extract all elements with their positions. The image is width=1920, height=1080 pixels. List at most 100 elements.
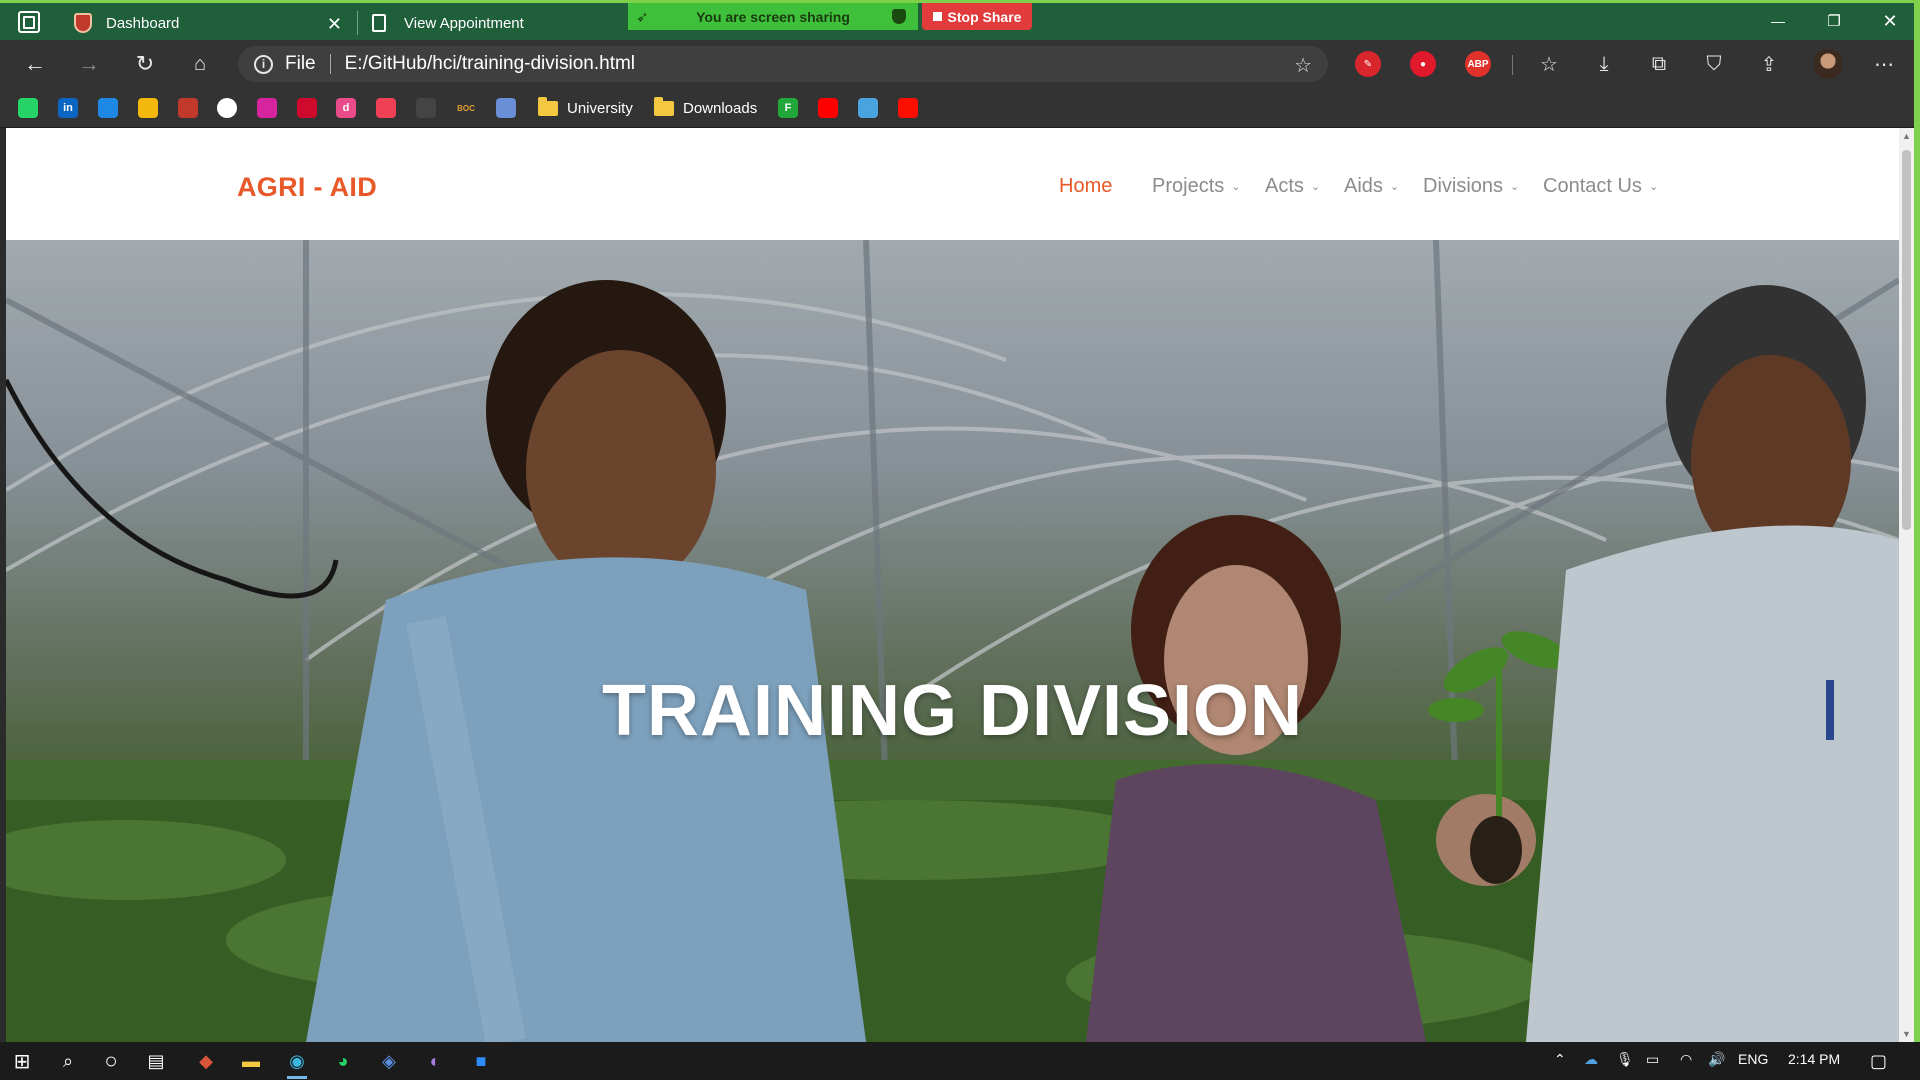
tab-dashboard[interactable]: Dashboard ✕: [62, 6, 354, 40]
nav-divisions-link[interactable]: Divisions ⌄: [1423, 175, 1519, 198]
task-view-icon[interactable]: ▤: [138, 1047, 174, 1075]
back-arrow-icon[interactable]: ←: [20, 50, 50, 78]
downloads-icon[interactable]: ⤓: [1590, 51, 1618, 77]
bookmark-label: University: [567, 99, 633, 117]
stop-share-label: Stop Share: [947, 8, 1022, 25]
battery-icon[interactable]: ▭: [1646, 1051, 1659, 1068]
cv-bookmark-icon: [416, 98, 436, 118]
volume-icon[interactable]: 🔊: [1708, 1051, 1725, 1068]
close-tab-icon[interactable]: ✕: [327, 14, 342, 35]
bookmark-label: Downloads: [683, 99, 758, 117]
language-indicator[interactable]: ENG: [1738, 1051, 1768, 1067]
url-scheme-label: File: [285, 53, 316, 74]
pocket-bookmark-icon[interactable]: [376, 97, 396, 119]
refresh-icon[interactable]: ↻: [130, 50, 160, 78]
microphone-icon[interactable]: 🎙: [1616, 1051, 1634, 1068]
instagram-bookmark-icon[interactable]: [257, 97, 277, 119]
show-hidden-icons-icon[interactable]: ⌃: [1554, 1051, 1566, 1068]
bookmark-folder-downloads[interactable]: Downloads: [654, 96, 758, 119]
huawei-bookmark-icon[interactable]: [297, 97, 317, 119]
video-bookmark-icon[interactable]: [98, 97, 118, 119]
scrollbar-thumb[interactable]: [1902, 150, 1911, 530]
folder-icon: [538, 96, 558, 116]
dribbble-bookmark-icon[interactable]: d: [336, 97, 356, 119]
restore-window-button[interactable]: ❐: [1814, 5, 1854, 37]
windows-taskbar: ⊞ ⌕ ○ ▤ ◆ ▬ ◉ ◕ ◈ ◐ ■ ⌃ ☁ 🎙 ▭ ◠ 🔊 ENG 2:…: [0, 1042, 1920, 1080]
profile-avatar[interactable]: [1813, 49, 1843, 79]
adblock-plus-extension-icon[interactable]: ABP: [1465, 51, 1491, 77]
tab-view-appointment[interactable]: View Appointment: [360, 6, 630, 40]
collections-icon[interactable]: ⧉: [1645, 51, 1673, 77]
wifi-icon[interactable]: ◠: [1680, 1051, 1692, 1068]
tab-divider: [357, 11, 358, 35]
favorites-icon[interactable]: ☆: [1535, 51, 1563, 77]
dribbble-bookmark-icon: d: [336, 98, 356, 118]
forward-arrow-icon[interactable]: →: [74, 50, 104, 78]
nav-aids-link[interactable]: Aids ⌄: [1344, 175, 1399, 198]
chevron-down-icon: ⌄: [1231, 181, 1241, 193]
file-explorer-icon[interactable]: ▬: [233, 1047, 269, 1075]
cinema-bookmark-icon[interactable]: [138, 97, 158, 119]
onedrive-icon[interactable]: ☁: [1584, 1051, 1598, 1068]
highlighter-extension-icon[interactable]: ✎: [1355, 51, 1381, 77]
address-bar[interactable]: i File E:/GitHub/hci/training-division.h…: [238, 46, 1328, 82]
page-scrollbar[interactable]: ▲ ▼: [1899, 128, 1914, 1042]
browser-essentials-icon[interactable]: ⛉: [1700, 51, 1728, 77]
freshworks-bookmark-icon[interactable]: F: [778, 97, 798, 119]
nav-acts-link[interactable]: Acts ⌄: [1265, 175, 1320, 198]
scroll-up-icon[interactable]: ▲: [1901, 130, 1912, 141]
scroll-down-icon[interactable]: ▼: [1901, 1028, 1912, 1039]
app-snip-icon[interactable]: ◆: [188, 1047, 224, 1075]
notifications-icon[interactable]: ▢: [1870, 1051, 1887, 1072]
greenhouse-photo: [6, 240, 1899, 1042]
close-window-button[interactable]: ✕: [1870, 5, 1910, 37]
app-bookmark-icon[interactable]: [178, 97, 198, 119]
home-icon[interactable]: ⌂: [185, 50, 215, 78]
hero-title: TRAINING DIVISION: [601, 671, 1304, 751]
x-bookmark-icon[interactable]: [858, 97, 878, 119]
more-options-icon[interactable]: ⋯: [1870, 51, 1898, 77]
tab-actions-icon[interactable]: [18, 11, 40, 33]
nav-label: Home: [1059, 175, 1113, 197]
clock[interactable]: 2:14 PM: [1788, 1051, 1840, 1067]
whatsapp-bookmark-icon[interactable]: [18, 97, 38, 119]
shield-check-icon: [892, 9, 906, 24]
stop-icon: [932, 12, 942, 21]
github-desktop-icon[interactable]: ◐: [417, 1047, 453, 1075]
stop-share-button[interactable]: Stop Share: [922, 3, 1032, 30]
zoom-icon[interactable]: ■: [463, 1047, 499, 1075]
info-icon[interactable]: i: [254, 54, 273, 74]
page-viewport: AGRI - AID Home Projects ⌄ Acts ⌄ Aids ⌄…: [6, 128, 1899, 1042]
nav-projects-link[interactable]: Projects ⌄: [1152, 175, 1240, 198]
lastpass-extension-icon[interactable]: ●: [1410, 51, 1436, 77]
url-text[interactable]: E:/GitHub/hci/training-division.html: [345, 53, 635, 75]
nav-contact-link[interactable]: Contact Us ⌄: [1543, 175, 1658, 198]
bookmark-boc-icon[interactable]: BOC: [456, 97, 476, 119]
cube-app-icon[interactable]: ◈: [371, 1047, 407, 1075]
share-icon[interactable]: ⇪: [1755, 51, 1783, 77]
share-arrow-icon: ➶: [636, 9, 649, 26]
shield-favicon-icon: [74, 13, 92, 33]
emblem-bookmark-icon[interactable]: [496, 97, 516, 119]
linkedin-bookmark-icon: in: [58, 98, 78, 118]
site-navigation: Home Projects ⌄ Acts ⌄ Aids ⌄ Divisions …: [6, 175, 1899, 205]
github-bookmark-icon[interactable]: [217, 97, 237, 119]
minimize-window-button[interactable]: —: [1758, 5, 1798, 37]
edge-browser-icon[interactable]: ◉: [279, 1047, 315, 1079]
linkedin-bookmark-icon[interactable]: in: [58, 97, 78, 119]
tab-label: View Appointment: [404, 14, 524, 32]
search-icon[interactable]: ⌕: [50, 1047, 86, 1075]
screen-sharing-text: You are screen sharing: [696, 8, 850, 25]
bookmark-folder-university[interactable]: University: [538, 96, 633, 119]
cv-bookmark-icon[interactable]: [416, 97, 436, 119]
adobe-bookmark-icon[interactable]: [898, 97, 918, 119]
nav-home-link[interactable]: Home: [1059, 175, 1112, 198]
windows-start-icon[interactable]: ⊞: [4, 1047, 40, 1075]
chevron-down-icon: ⌄: [1310, 181, 1321, 193]
youtube-bookmark-icon[interactable]: [818, 97, 838, 119]
freshworks-bookmark-icon: F: [778, 98, 798, 118]
screen-share-border: [1914, 0, 1920, 1042]
whatsapp-icon[interactable]: ◕: [325, 1047, 361, 1075]
cortana-icon[interactable]: ○: [93, 1047, 129, 1075]
add-favorite-icon[interactable]: ☆: [1294, 53, 1312, 78]
